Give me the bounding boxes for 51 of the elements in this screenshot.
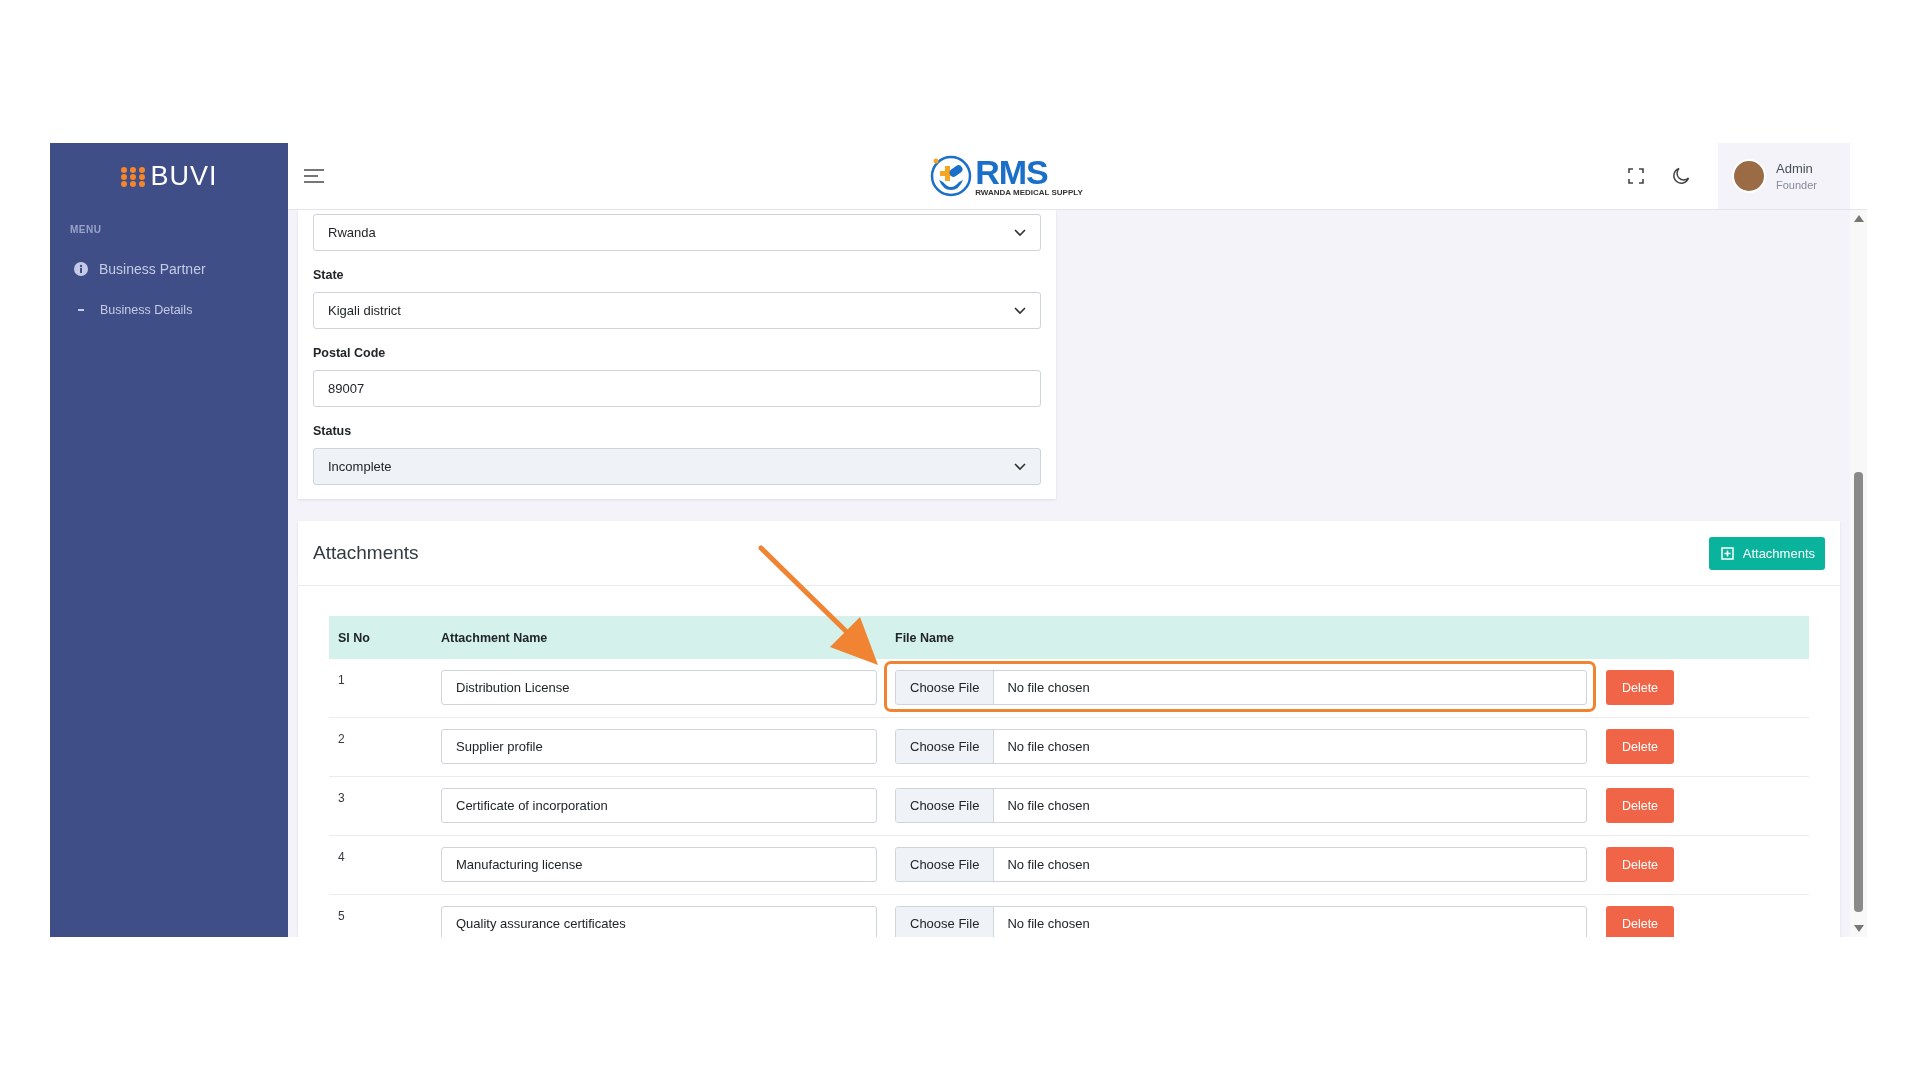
scroll-thumb[interactable] <box>1854 472 1863 912</box>
fullscreen-icon[interactable] <box>1628 168 1644 184</box>
input-field[interactable]: Certificate of incorporation <box>441 788 877 823</box>
row-number: 1 <box>337 672 346 687</box>
file-input-field[interactable]: Choose File No file chosen <box>895 906 1587 937</box>
input-field[interactable]: Manufacturing license <box>441 847 877 882</box>
menu-heading: MENU <box>69 223 103 237</box>
logo-text: RMS <box>975 155 1048 189</box>
field-label: Status <box>313 424 353 438</box>
logo-text: BUVI <box>150 161 218 192</box>
scroll-up-icon[interactable] <box>1853 214 1864 222</box>
hands-capsule-logo-icon <box>929 154 974 198</box>
input-field[interactable]: Quality assurance certificates <box>441 906 877 937</box>
section-title: Attachments <box>313 542 419 564</box>
nav-item[interactable]: Business Partner <box>50 257 288 281</box>
scrollbar[interactable] <box>1850 210 1867 937</box>
row-number: 5 <box>337 908 346 923</box>
input-field[interactable]: Supplier profile <box>441 729 877 764</box>
logo-tagline: RWANDA MEDICAL SUPPLY <box>975 189 1083 197</box>
file-input-field[interactable]: Choose File No file chosen <box>895 729 1587 764</box>
user-menu[interactable]: Admin Founder <box>1718 143 1850 209</box>
select-field[interactable]: Rwanda <box>313 214 1041 251</box>
row-number: 2 <box>337 731 346 746</box>
user-name: Admin <box>1776 161 1814 176</box>
chevron-down-icon <box>1014 228 1026 237</box>
info-icon <box>74 262 88 276</box>
nav-subitem[interactable]: Business Details <box>50 281 288 325</box>
scroll-down-icon[interactable] <box>1853 925 1864 933</box>
file-input-field[interactable]: Choose File No file chosen <box>895 788 1587 823</box>
field-label: Postal Code <box>313 346 387 360</box>
column-header: Attachment Name <box>441 630 549 645</box>
dot-grid-logo-icon <box>120 165 147 188</box>
file-input-field[interactable]: Choose File No file chosen <box>895 670 1587 705</box>
avatar <box>1732 159 1766 193</box>
chevron-down-icon <box>1014 462 1026 471</box>
menu-icon[interactable] <box>304 169 324 183</box>
chevron-down-icon <box>1014 306 1026 315</box>
input-field[interactable]: 89007 <box>313 370 1041 407</box>
moon-icon[interactable] <box>1672 167 1690 185</box>
column-header: Sl No <box>337 630 371 645</box>
input-field[interactable]: Distribution License <box>441 670 877 705</box>
file-input-field[interactable]: Choose File No file chosen <box>895 847 1587 882</box>
user-role: Founder <box>1776 179 1817 191</box>
dash-icon <box>78 309 84 311</box>
plus-square-icon <box>1720 546 1734 560</box>
select-field: Incomplete <box>313 448 1041 485</box>
row-number: 4 <box>337 849 346 864</box>
field-label: State <box>313 268 345 282</box>
select-field[interactable]: Kigali district <box>313 292 1041 329</box>
row-number: 3 <box>337 790 346 805</box>
column-header: File Name <box>895 630 956 645</box>
